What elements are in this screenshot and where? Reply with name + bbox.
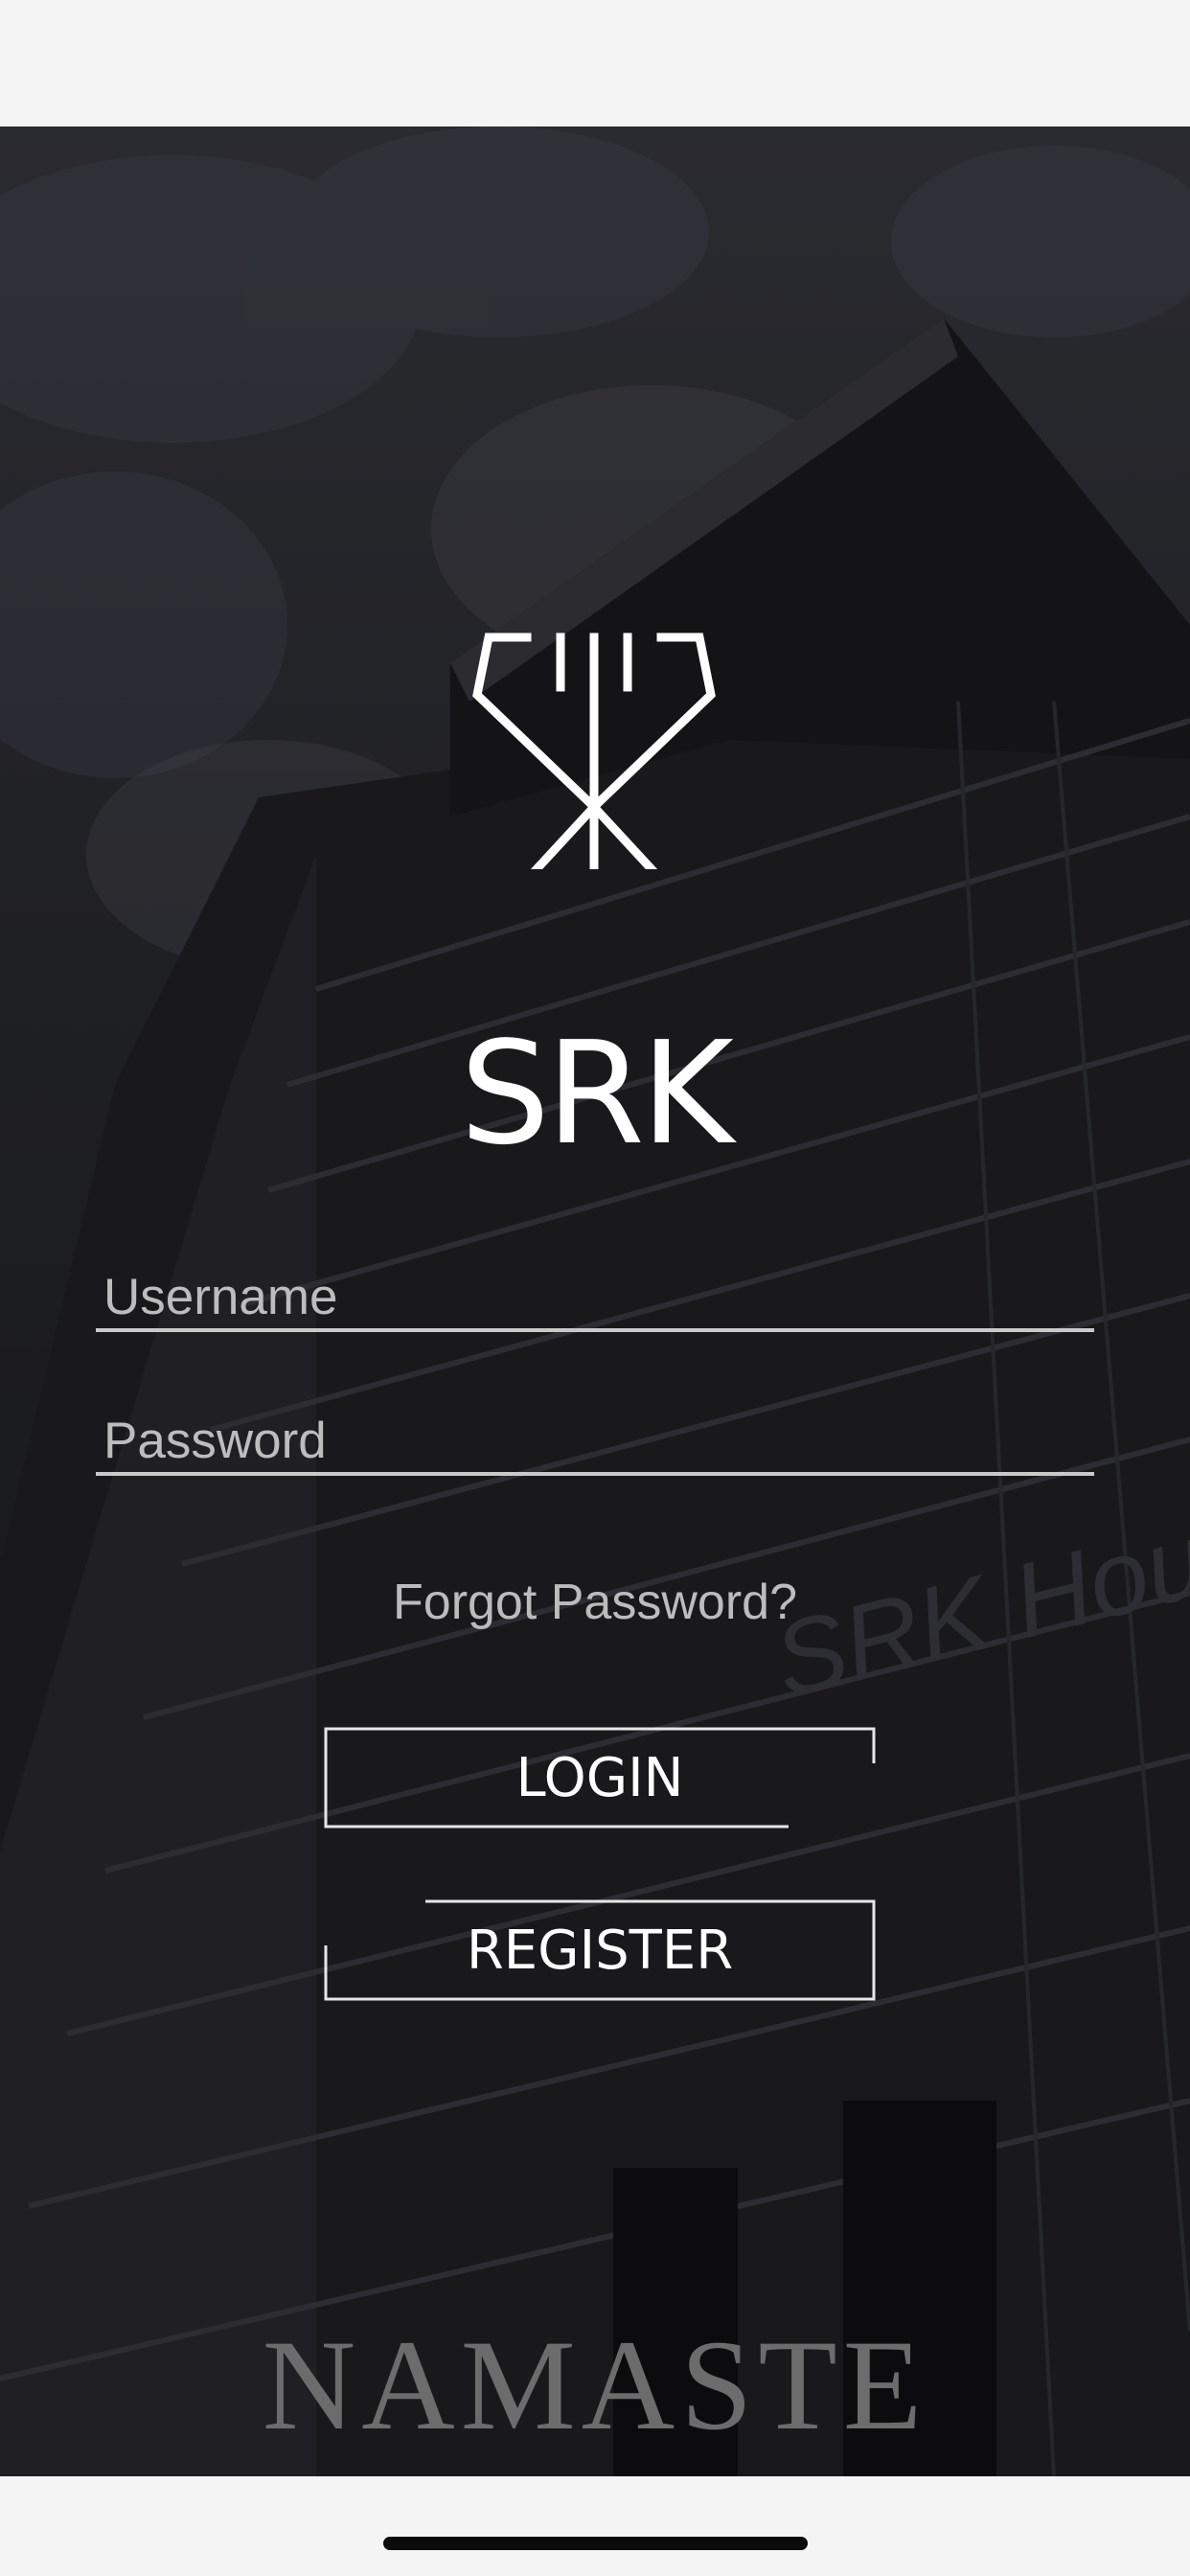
forgot-password-link[interactable]: Forgot Password?	[0, 1574, 1190, 1631]
login-button-label: LOGIN	[515, 1746, 684, 1809]
username-field[interactable]	[96, 1265, 1094, 1332]
register-button-label: REGISTER	[466, 1919, 734, 1982]
status-bar	[0, 0, 1190, 126]
srk-diamond-logo-icon	[472, 632, 716, 869]
password-field[interactable]	[96, 1409, 1094, 1476]
namaste-sign: NAMASTE	[262, 2314, 928, 2457]
hero-background: SRK House SRK Forgot Password? LOGIN REG…	[0, 126, 1190, 2476]
password-input[interactable]	[103, 1409, 1081, 1472]
home-indicator[interactable]	[383, 2537, 808, 2550]
register-button[interactable]: REGISTER	[324, 1899, 876, 2001]
login-button[interactable]: LOGIN	[324, 1727, 876, 1828]
bottom-bar	[0, 2476, 1190, 2576]
username-input[interactable]	[103, 1265, 1081, 1328]
brand-name: SRK	[460, 1011, 734, 1176]
